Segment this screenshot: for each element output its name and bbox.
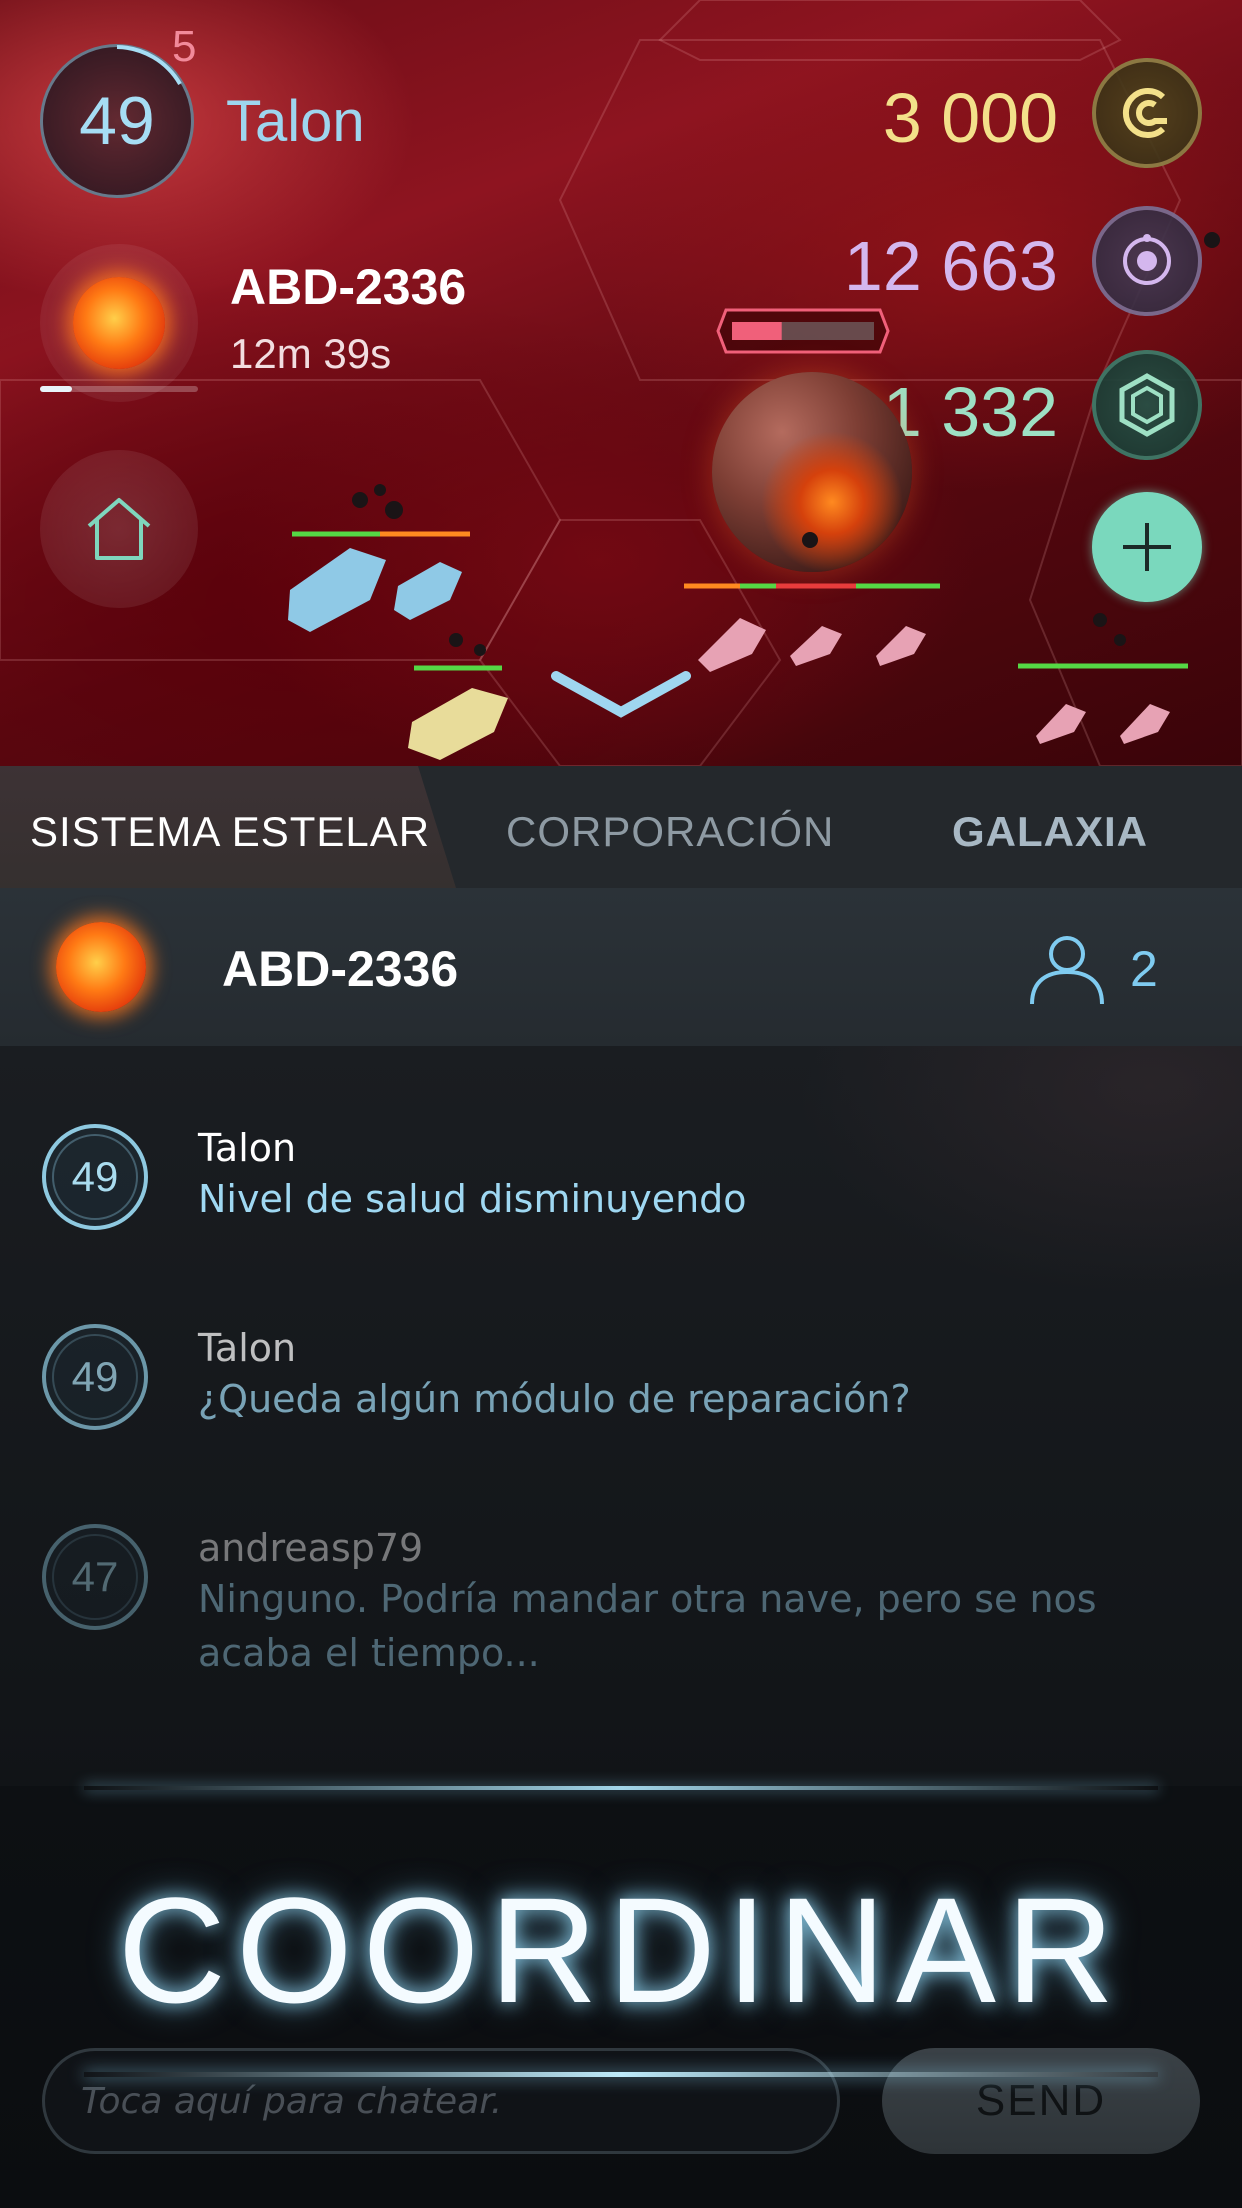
channel-name: ABD-2336 [222, 941, 459, 997]
avatar[interactable]: 47 [42, 1524, 148, 1630]
message-text: Nivel de salud disminuyendo [198, 1177, 747, 1221]
star-icon [56, 922, 146, 1012]
message-author[interactable]: Talon [198, 1126, 296, 1170]
avatar-level: 49 [71, 1353, 119, 1400]
chevron-down-icon[interactable] [550, 668, 692, 724]
avatar-level: 49 [71, 1153, 119, 1200]
avatar[interactable]: 49 [42, 1324, 148, 1430]
tab-corporacion[interactable]: CORPORACIÓN [506, 808, 834, 856]
tab-sistema-estelar[interactable]: SISTEMA ESTELAR [30, 808, 430, 856]
member-count: 2 [1130, 941, 1158, 997]
coordinate-banner-area: COORDINAR Toca aquí para chatear. SEND [0, 1786, 1242, 2208]
message-text: Ninguno. Podría mandar otra nave, pero s… [198, 1577, 1097, 1675]
message-text: ¿Queda algún módulo de reparación? [198, 1377, 911, 1421]
coordinate-banner: COORDINAR [117, 1866, 1125, 2034]
message-author[interactable]: Talon [198, 1326, 296, 1370]
send-button[interactable]: SEND [882, 2048, 1200, 2154]
avatar-level: 47 [71, 1553, 119, 1600]
chat-placeholder: Toca aquí para chatear. [81, 2080, 503, 2122]
fleets-layer [288, 232, 1220, 760]
tab-galaxia[interactable]: GALAXIA [952, 808, 1148, 856]
avatar[interactable]: 49 [42, 1124, 148, 1230]
channel-header: ABD-2336 2 [0, 888, 1242, 1046]
chat-input[interactable]: Toca aquí para chatear. [42, 2048, 840, 2154]
divider [84, 2072, 1158, 2077]
message-list[interactable]: 49 Talon Nivel de salud disminuyendo 49 … [0, 1046, 1242, 1786]
user-icon[interactable] [1028, 932, 1106, 1006]
game-scene[interactable]: 49 5 Talon ABD-2336 12m 39s 3 000 12 663… [0, 0, 1242, 766]
message-author[interactable]: andreasp79 [198, 1526, 423, 1570]
divider [84, 1786, 1158, 1790]
chat-tabs: SISTEMA ESTELAR CORPORACIÓN GALAXIA [0, 766, 1242, 888]
